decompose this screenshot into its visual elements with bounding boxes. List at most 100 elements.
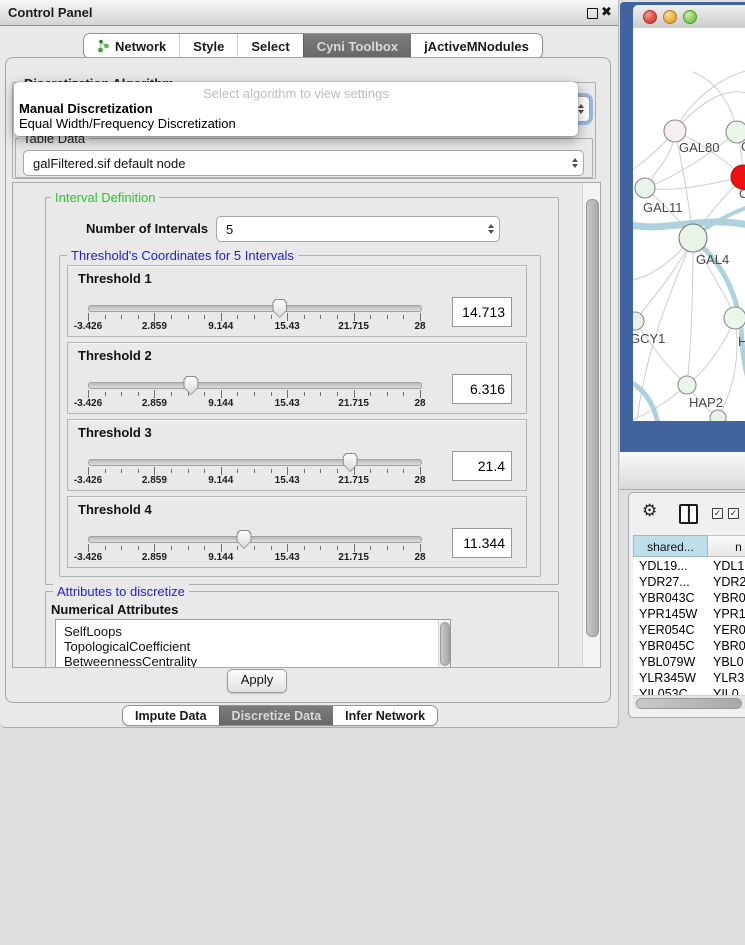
threshold-1-value-field[interactable]: 14.713 [452,297,512,327]
threshold-3-value-field[interactable]: 21.4 [452,451,512,481]
combobox-stepper-icon [483,224,499,234]
tick-mark [154,467,155,475]
cell: YPR145W [639,606,697,622]
tick-mark [320,546,321,550]
tab-style[interactable]: Style [179,34,237,58]
node-label: G [741,139,745,154]
cell: YDR27... [639,574,690,590]
node-h[interactable] [724,307,745,329]
control-panel-titlebar: Control Panel ✖ [0,0,618,26]
tick-mark [221,467,222,475]
numerical-attributes-list[interactable]: SelfLoops TopologicalCoefficient Between… [55,619,451,668]
cell: YBL0 [713,654,744,670]
tick-label: 15.43 [275,321,300,332]
table-row[interactable]: YLR345WYLR3 [633,670,745,686]
zoom-traffic-icon[interactable] [683,10,697,24]
table-row[interactable]: YPR145WYPR1 [633,606,745,622]
tick-label: 2.859 [142,398,167,409]
settings-scrollbar-thumb[interactable] [586,199,599,637]
list-item[interactable]: SelfLoops [64,624,122,639]
gear-icon[interactable]: ⚙ [642,501,657,521]
threshold-2-slider[interactable]: -3.4262.8599.14415.4321.71528 [88,376,420,412]
popup-item-equal-width-frequency[interactable]: Equal Width/Frequency Discretization [17,117,575,131]
slider-tick-labels: -3.4262.8599.14415.4321.71528 [88,398,420,410]
table-data-combobox[interactable]: galFiltered.sif default node [23,150,584,176]
cell: YBR0 [713,590,745,606]
tick-mark [188,315,189,319]
list-scrollbar-thumb[interactable] [440,622,450,666]
cell: YBR045C [639,638,695,654]
list-item[interactable]: TopologicalCoefficient [64,639,190,654]
tick-mark [403,392,404,396]
table-row[interactable]: YER054CYER0 [633,622,745,638]
settings-scrollbar[interactable] [582,183,600,667]
slider-tick-labels: -3.4262.8599.14415.4321.71528 [88,321,420,333]
slider-track[interactable] [88,459,422,466]
tick-label: 9.144 [208,475,233,486]
table-row[interactable]: YDL19...YDL1 [633,558,745,574]
tick-mark [171,469,172,473]
table-horizontal-scrollbar[interactable] [633,695,745,709]
node-unlabeled[interactable] [710,410,726,421]
table-row[interactable]: YDR27...YDR2 [633,574,745,590]
threshold-2-value-field[interactable]: 6.316 [452,374,512,404]
list-item[interactable]: BetweennessCentrality [64,654,197,668]
table-panel-titlebar: Table Panel [620,452,745,490]
tab-select[interactable]: Select [237,34,302,58]
table-row[interactable]: YIL053CYIL0 [633,686,745,695]
list-scrollbar[interactable] [438,620,450,668]
node-gal4[interactable] [679,224,707,252]
tick-mark [88,313,89,321]
threshold-4-value-field[interactable]: 11.344 [452,528,512,558]
checkbox-icon[interactable]: ✓ [728,508,739,519]
node-label: H [738,334,745,349]
node-gal11[interactable] [635,178,655,198]
tab-cyni-toolbox[interactable]: Cyni Toolbox [303,34,411,58]
popup-item-manual-discretization[interactable]: Manual Discretization [17,102,575,116]
tab-infer-network[interactable]: Infer Network [333,706,437,725]
tick-mark [221,544,222,552]
tab-label: Impute Data [135,709,207,723]
tick-mark [237,469,238,473]
node-gal80[interactable] [664,120,686,142]
split-columns-icon[interactable] [679,504,698,524]
threshold-4-slider[interactable]: -3.4262.8599.14415.4321.71528 [88,530,420,566]
node-label: GAL4 [696,252,729,267]
table-scrollbar-thumb[interactable] [636,698,742,709]
table-row[interactable]: YBR043CYBR0 [633,590,745,606]
column-header-name[interactable]: n [708,535,745,557]
tab-discretize-data[interactable]: Discretize Data [219,706,334,725]
tick-mark [138,315,139,319]
network-view-canvas[interactable]: GAL80 G C GAL11 GAL4 GCY1 H HAP2 [633,28,745,421]
number-of-intervals-combobox[interactable]: 5 [216,216,500,242]
slider-track[interactable] [88,382,422,389]
minimize-traffic-icon[interactable] [663,10,677,24]
node-gcy1[interactable] [633,312,644,330]
threshold-3-slider[interactable]: -3.4262.8599.14415.4321.71528 [88,453,420,489]
tab-label: Select [251,39,289,54]
tab-impute-data[interactable]: Impute Data [123,706,219,725]
tab-jactivemnodules[interactable]: jActiveMNodules [411,34,542,58]
tick-mark [337,546,338,550]
control-panel: Control Panel ✖ Network Style Select Cyn… [0,0,619,728]
threshold-1-slider[interactable]: -3.4262.8599.14415.4321.71528 [88,299,420,335]
threshold-label: Threshold 3 [78,425,152,440]
cell: YER054C [639,622,695,638]
bottom-tab-bar: Impute Data Discretize Data Infer Networ… [122,705,438,726]
table-row[interactable]: YBR045C YBR0 [633,638,745,654]
cell: YBR0 [713,638,745,654]
tab-network[interactable]: Network [84,34,179,58]
slider-track[interactable] [88,536,422,543]
slider-track[interactable] [88,305,422,312]
tick-mark [304,392,305,396]
column-header-shared[interactable]: shared... [633,535,708,557]
close-traffic-icon[interactable] [643,10,657,24]
tick-mark [254,469,255,473]
float-window-icon[interactable] [587,8,598,19]
checkbox-icon[interactable]: ✓ [712,508,723,519]
node-hap2[interactable] [678,376,696,394]
table-row[interactable]: YBL079WYBL0 [633,654,745,670]
tick-mark [204,315,205,319]
apply-button[interactable]: Apply [227,669,287,693]
close-icon[interactable]: ✖ [601,4,612,20]
